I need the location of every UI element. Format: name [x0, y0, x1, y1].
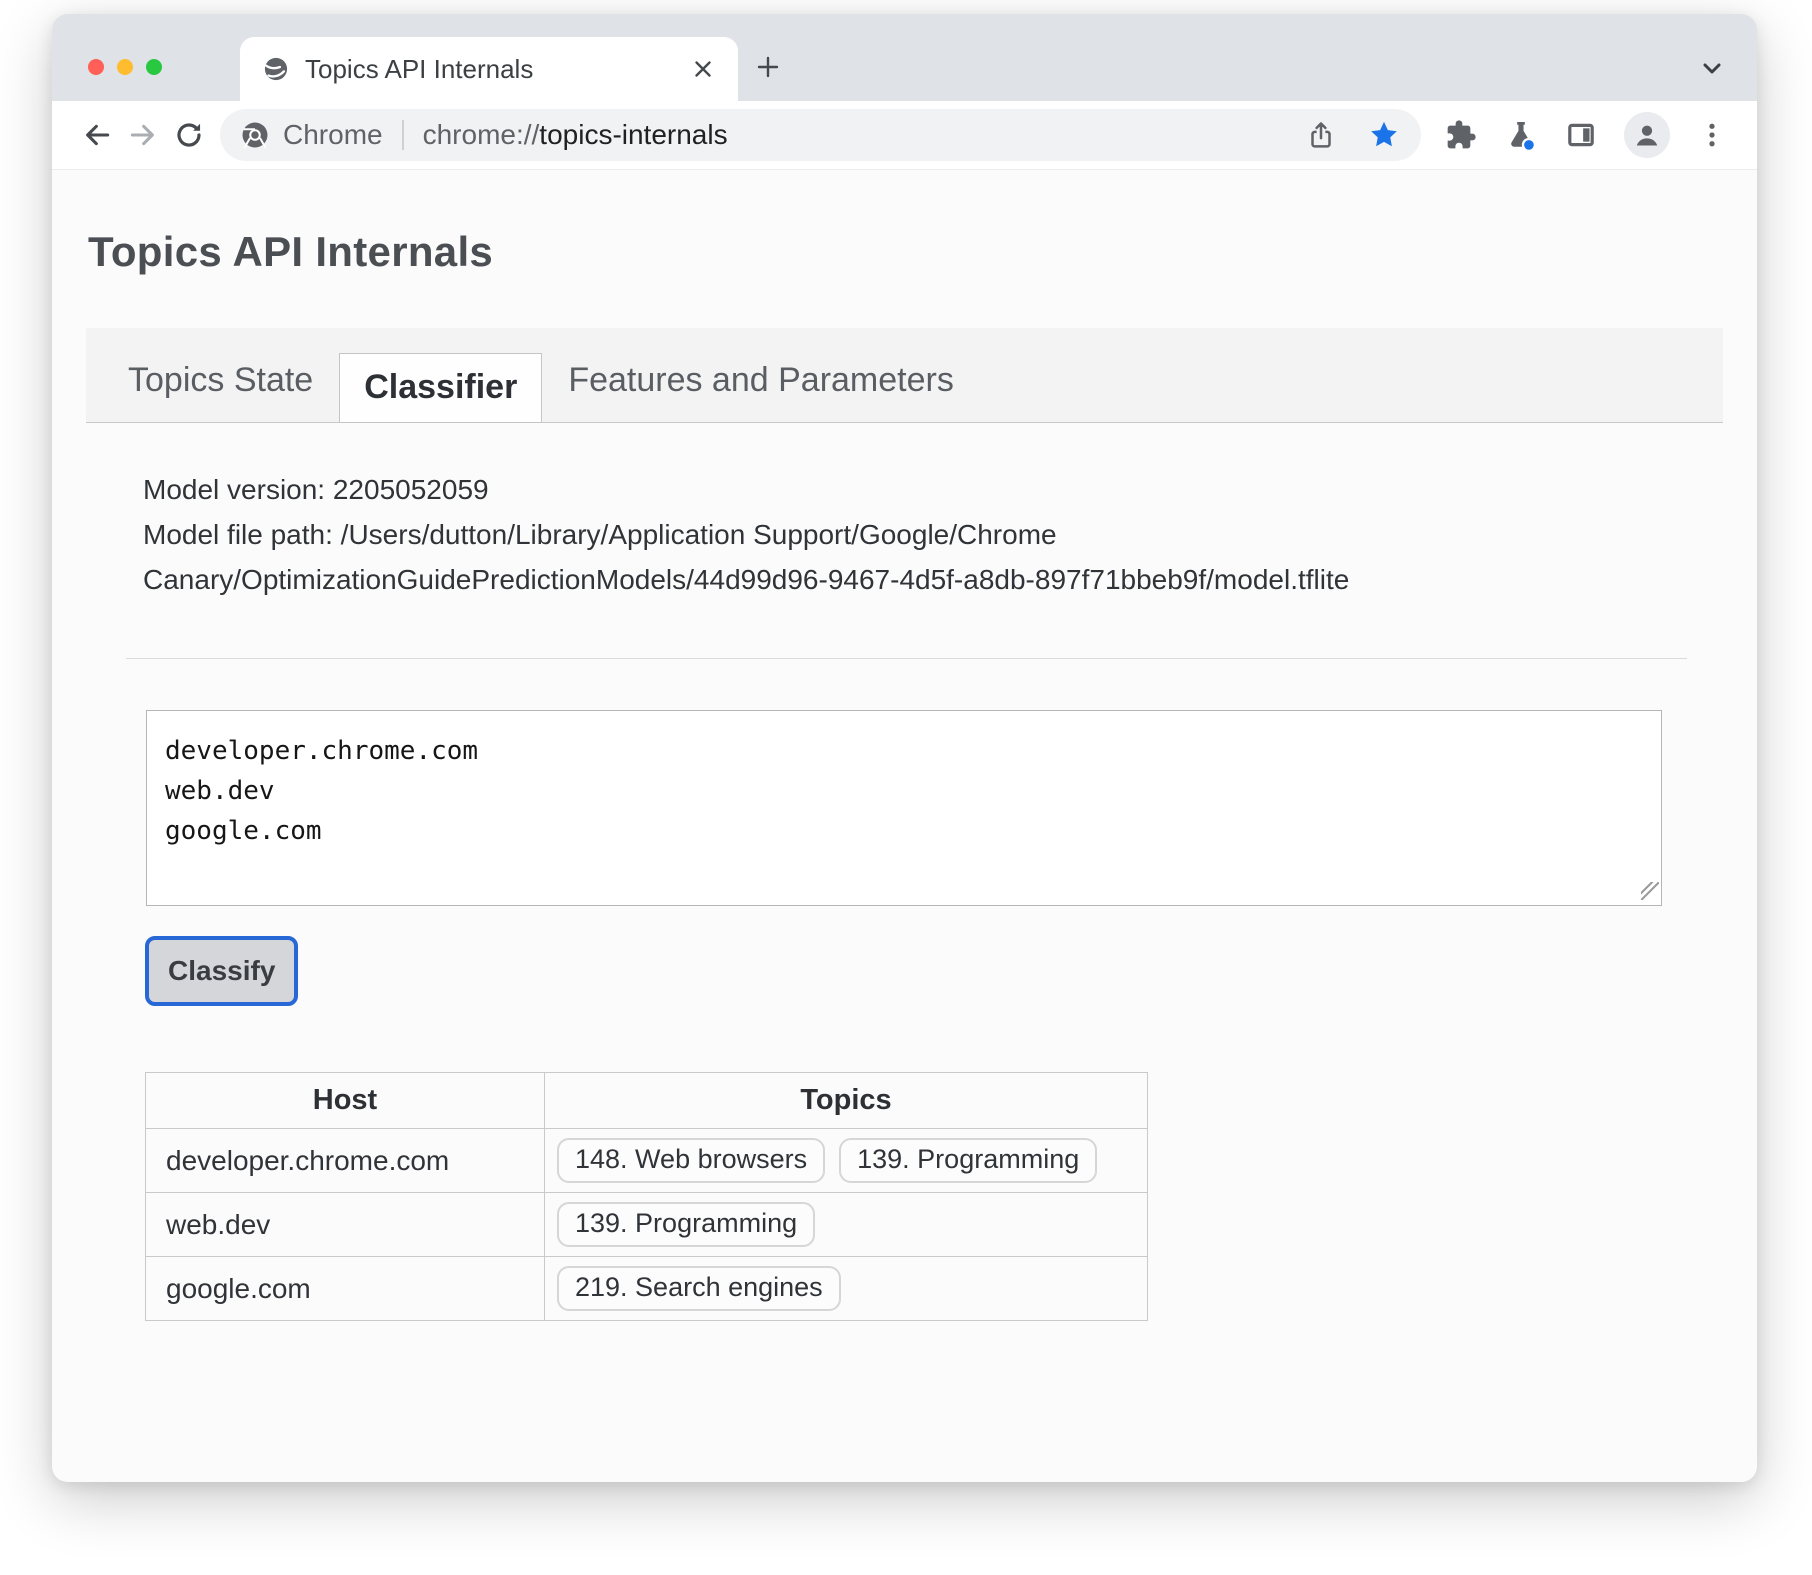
close-window-button[interactable]: [88, 59, 104, 75]
tab-search-chevron-icon[interactable]: [1697, 54, 1727, 84]
chrome-logo-icon: [240, 120, 270, 150]
page-content: Topics API Internals Topics State Classi…: [52, 170, 1757, 1482]
minimize-window-button[interactable]: [117, 59, 133, 75]
extensions-puzzle-icon[interactable]: [1445, 119, 1477, 151]
tab-classifier[interactable]: Classifier: [339, 353, 542, 423]
url-text[interactable]: chrome://topics-internals: [423, 119, 728, 151]
table-row: google.com 219. Search engines: [146, 1257, 1148, 1321]
browser-tab[interactable]: Topics API Internals: [240, 37, 738, 101]
omnibox-divider: [402, 120, 404, 150]
new-tab-button[interactable]: [752, 51, 784, 83]
host-cell: google.com: [146, 1257, 545, 1321]
topic-chip: 139. Programming: [557, 1202, 815, 1247]
host-column-header: Host: [146, 1073, 545, 1129]
share-icon[interactable]: [1296, 110, 1346, 160]
host-cell: developer.chrome.com: [146, 1129, 545, 1193]
profile-avatar[interactable]: [1624, 112, 1670, 158]
browser-tab-title: Topics API Internals: [305, 54, 675, 85]
toolbar-actions: [1435, 112, 1737, 158]
model-info: Model version: 2205052059 Model file pat…: [143, 467, 1643, 602]
classify-button[interactable]: Classify: [145, 936, 298, 1006]
globe-favicon-icon: [262, 55, 290, 83]
topics-cell: 148. Web browsers 139. Programming: [545, 1129, 1148, 1193]
topic-chip: 139. Programming: [839, 1138, 1097, 1183]
tab-topics-state[interactable]: Topics State: [102, 361, 339, 422]
side-panel-icon[interactable]: [1565, 119, 1597, 151]
site-settings-label[interactable]: Chrome: [283, 119, 383, 151]
url-host: topics-internals: [539, 119, 727, 150]
forward-icon[interactable]: [120, 112, 166, 158]
hosts-input-wrapper: developer.chrome.com web.dev google.com: [146, 710, 1662, 906]
model-version-line: Model version: 2205052059: [143, 467, 1643, 512]
page-title: Topics API Internals: [88, 228, 1757, 276]
topic-chip: 219. Search engines: [557, 1266, 841, 1311]
address-bar[interactable]: Chrome chrome://topics-internals: [220, 109, 1421, 161]
classifier-panel: Model version: 2205052059 Model file pat…: [86, 423, 1723, 1321]
table-header-row: Host Topics: [146, 1073, 1148, 1129]
topics-cell: 219. Search engines: [545, 1257, 1148, 1321]
tab-features-and-parameters[interactable]: Features and Parameters: [542, 361, 980, 422]
classification-results-table: Host Topics developer.chrome.com 148. We…: [145, 1072, 1148, 1321]
page-tab-bar: Topics State Classifier Features and Par…: [86, 328, 1723, 423]
browser-titlebar: Topics API Internals: [52, 14, 1757, 101]
hosts-input[interactable]: developer.chrome.com web.dev google.com: [146, 710, 1662, 906]
section-divider: [126, 658, 1687, 659]
browser-window: Topics API Internals: [52, 14, 1757, 1482]
screenshot-canvas: Topics API Internals: [0, 0, 1812, 1575]
zoom-window-button[interactable]: [146, 59, 162, 75]
table-row: developer.chrome.com 148. Web browsers 13…: [146, 1129, 1148, 1193]
topic-chip: 148. Web browsers: [557, 1138, 825, 1183]
tabs-region: Topics State Classifier Features and Par…: [86, 328, 1723, 1321]
labs-flask-icon[interactable]: [1504, 118, 1538, 152]
browser-toolbar: Chrome chrome://topics-internals: [52, 101, 1757, 170]
host-cell: web.dev: [146, 1193, 545, 1257]
table-row: web.dev 139. Programming: [146, 1193, 1148, 1257]
kebab-menu-icon[interactable]: [1697, 120, 1727, 150]
back-icon[interactable]: [74, 112, 120, 158]
model-file-path-line: Model file path: /Users/dutton/Library/A…: [143, 512, 1643, 602]
bookmark-star-icon[interactable]: [1359, 110, 1409, 160]
reload-icon[interactable]: [166, 112, 212, 158]
window-controls: [88, 59, 162, 75]
topics-column-header: Topics: [545, 1073, 1148, 1129]
url-scheme: chrome://: [423, 119, 540, 150]
close-tab-icon[interactable]: [690, 56, 716, 82]
topics-cell: 139. Programming: [545, 1193, 1148, 1257]
